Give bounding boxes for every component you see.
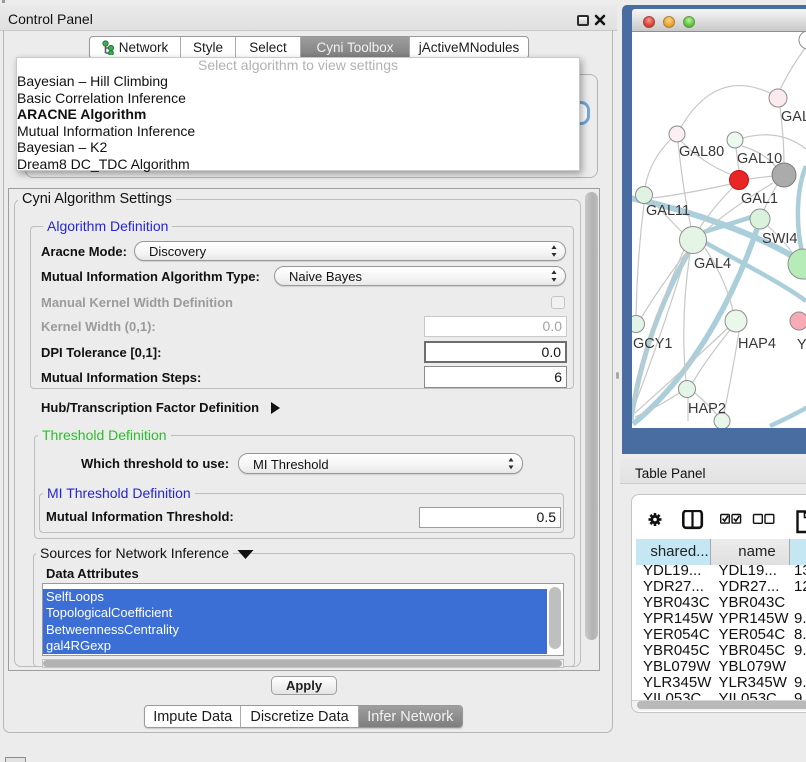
svg-text:HAP4: HAP4	[738, 336, 776, 352]
svg-text:Y: Y	[797, 337, 806, 353]
svg-text:GAL: GAL	[781, 109, 806, 125]
svg-text:GAL4: GAL4	[694, 256, 731, 272]
svg-text:SWI4: SWI4	[762, 231, 797, 247]
svg-text:GAL1: GAL1	[741, 191, 778, 207]
svg-text:GAL10: GAL10	[737, 151, 782, 167]
svg-text:GCY1: GCY1	[633, 336, 673, 352]
svg-text:GAL80: GAL80	[679, 144, 724, 160]
svg-text:GAL11: GAL11	[646, 203, 690, 219]
svg-text:HAP2: HAP2	[688, 401, 726, 417]
